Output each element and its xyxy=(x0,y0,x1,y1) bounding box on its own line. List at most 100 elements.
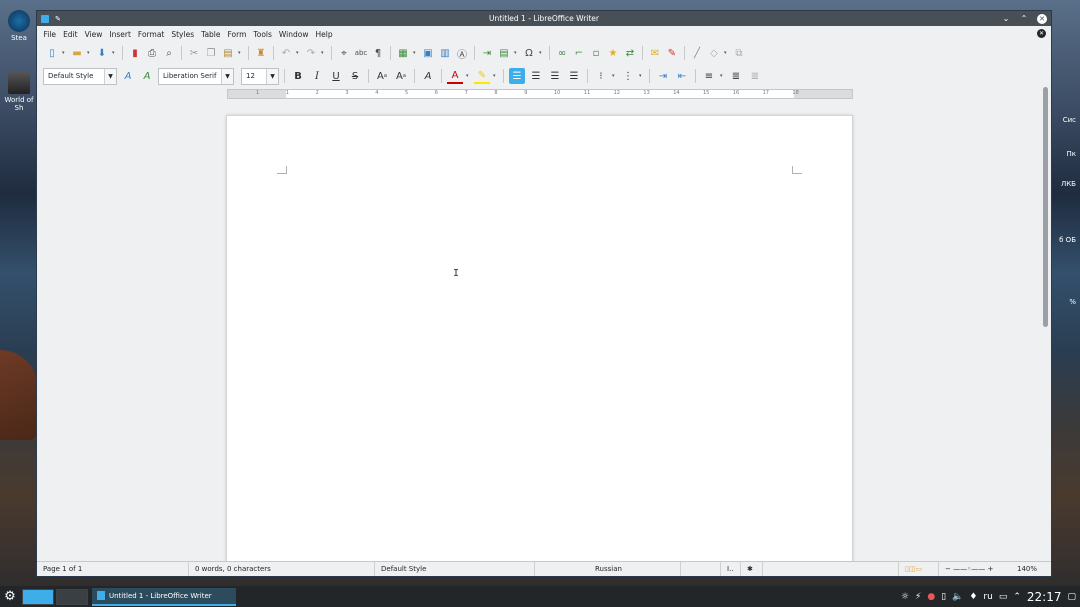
task-writer[interactable]: Untitled 1 - LibreOffice Writer xyxy=(92,587,236,606)
menu-help[interactable]: Help xyxy=(312,30,336,39)
keyboard-layout[interactable]: ru xyxy=(983,592,992,602)
zoom-level[interactable]: 140% xyxy=(1011,562,1041,576)
special-char-dropdown-icon[interactable]: ▾ xyxy=(539,50,544,56)
line-icon[interactable]: ╱ xyxy=(690,46,704,60)
save-dropdown-icon[interactable]: ▾ xyxy=(112,50,117,56)
paste-icon[interactable]: ▤ xyxy=(221,46,235,60)
find-replace-icon[interactable]: ⌖ xyxy=(337,46,351,60)
italic-icon[interactable]: I xyxy=(309,68,325,84)
redo-icon[interactable]: ↷ xyxy=(304,46,318,60)
updates-icon[interactable]: ● xyxy=(927,592,935,602)
print-icon[interactable]: ⎙ xyxy=(145,46,159,60)
horizontal-ruler[interactable]: 1 1 2 3 4 5 6 7 8 9 10 11 12 13 14 15 16 17 18 xyxy=(227,89,853,99)
footnote-icon[interactable]: ⌐ xyxy=(572,46,586,60)
font-color-dropdown-icon[interactable]: ▾ xyxy=(466,73,471,79)
highlight-icon[interactable]: ✎ xyxy=(474,68,490,84)
new-document-icon[interactable]: ▯ xyxy=(45,46,59,60)
desktop-pager-1[interactable] xyxy=(22,588,54,605)
font-color-icon[interactable]: A xyxy=(447,68,463,84)
track-changes-icon[interactable]: ✎ xyxy=(665,46,679,60)
undo-dropdown-icon[interactable]: ▾ xyxy=(296,50,301,56)
writer-app-icon[interactable] xyxy=(41,14,49,23)
tray-expand-icon[interactable]: ⌃ xyxy=(1013,592,1021,602)
strikethrough-icon[interactable]: S xyxy=(347,68,363,84)
microphone-icon[interactable]: ♦ xyxy=(969,592,977,602)
subscript-icon[interactable]: Aa xyxy=(393,68,409,84)
menu-file[interactable]: File xyxy=(40,30,60,39)
menu-form[interactable]: Form xyxy=(224,30,250,39)
clock[interactable]: 22:17 xyxy=(1027,590,1062,604)
formatting-marks-icon[interactable]: ¶ xyxy=(371,46,385,60)
insert-textbox-icon[interactable]: Ⓐ xyxy=(455,46,469,61)
align-center-icon[interactable]: ☰ xyxy=(528,68,544,84)
bold-icon[interactable]: B xyxy=(290,68,306,84)
bookmark-icon[interactable]: ★ xyxy=(606,46,620,60)
numbering-icon[interactable]: ⋮ xyxy=(620,68,636,84)
align-right-icon[interactable]: ☰ xyxy=(547,68,563,84)
document-page[interactable]: I xyxy=(226,115,853,561)
page-count[interactable]: Page 1 of 1 xyxy=(37,562,189,576)
cut-icon[interactable]: ✂ xyxy=(187,46,201,60)
insert-page-break-icon[interactable]: ⇥ xyxy=(480,46,494,60)
menu-format[interactable]: Format xyxy=(134,30,167,39)
decrease-indent-icon[interactable]: ⇤ xyxy=(674,68,690,84)
copy-icon[interactable]: ❐ xyxy=(204,46,218,60)
menu-insert[interactable]: Insert xyxy=(106,30,135,39)
menu-window[interactable]: Window xyxy=(275,30,312,39)
chevron-down-icon[interactable]: ▼ xyxy=(266,68,278,84)
superscript-icon[interactable]: Aa xyxy=(374,68,390,84)
app-launcher-icon[interactable]: ⚙ xyxy=(0,586,20,607)
spelling-icon[interactable]: abc xyxy=(354,46,368,60)
redo-dropdown-icon[interactable]: ▾ xyxy=(321,50,326,56)
desktop-pager-2[interactable] xyxy=(56,588,88,605)
clone-formatting-icon[interactable]: ♜ xyxy=(254,46,268,60)
digital-signature-icon[interactable]: ✱ xyxy=(741,562,763,576)
insert-image-icon[interactable]: ▣ xyxy=(421,46,435,60)
close-button[interactable]: ✕ xyxy=(1037,13,1047,24)
special-character-icon[interactable]: Ω xyxy=(522,46,536,60)
insert-field-icon[interactable]: ▤ xyxy=(497,46,511,60)
paste-dropdown-icon[interactable]: ▾ xyxy=(238,50,243,56)
endnote-icon[interactable]: ▫ xyxy=(589,46,603,60)
vertical-scrollbar[interactable] xyxy=(1040,87,1051,561)
show-desktop-icon[interactable]: ▢ xyxy=(1067,592,1076,602)
network-icon[interactable]: ▭ xyxy=(999,592,1008,602)
page-style[interactable]: Default Style xyxy=(375,562,535,576)
print-preview-icon[interactable]: ⌕ xyxy=(162,46,176,60)
increase-paragraph-spacing-icon[interactable]: ≣ xyxy=(728,68,744,84)
chevron-down-icon[interactable]: ▼ xyxy=(104,68,116,84)
menu-edit[interactable]: Edit xyxy=(60,30,82,39)
insert-table-icon[interactable]: ▦ xyxy=(396,46,410,60)
menu-tools[interactable]: Tools xyxy=(250,30,275,39)
title-bar[interactable]: ✎ Untitled 1 - LibreOffice Writer ⌄ ⌃ ✕ xyxy=(37,11,1051,26)
desktop-icon-game[interactable]: World of Sh xyxy=(4,72,34,112)
word-count[interactable]: 0 words, 0 characters xyxy=(189,562,375,576)
open-dropdown-icon[interactable]: ▾ xyxy=(87,50,92,56)
clear-formatting-icon[interactable]: A xyxy=(420,68,436,84)
table-dropdown-icon[interactable]: ▾ xyxy=(413,50,418,56)
decrease-paragraph-spacing-icon[interactable]: ≣ xyxy=(747,68,763,84)
menu-view[interactable]: View xyxy=(81,30,106,39)
chevron-down-icon[interactable]: ▼ xyxy=(221,68,233,84)
desktop-icon-steam[interactable]: Stea xyxy=(4,10,34,42)
increase-indent-icon[interactable]: ⇥ xyxy=(655,68,671,84)
maximize-button[interactable]: ⌃ xyxy=(1019,14,1029,24)
language[interactable]: Russian xyxy=(535,562,681,576)
selection-mode-icon[interactable]: I.. xyxy=(721,562,741,576)
insert-chart-icon[interactable]: ▥ xyxy=(438,46,452,60)
hyperlink-icon[interactable]: ∞ xyxy=(555,46,569,60)
font-size-combo[interactable]: 12 ▼ xyxy=(241,67,279,85)
zoom-slider[interactable]: − ——◦—— + xyxy=(939,562,1011,576)
highlight-dropdown-icon[interactable]: ▾ xyxy=(493,73,498,79)
kdeconnect-icon[interactable]: ⚡ xyxy=(915,592,921,602)
close-document-icon[interactable]: ✕ xyxy=(1037,29,1046,38)
export-pdf-icon[interactable]: ▮ xyxy=(128,46,142,60)
basic-shapes-icon[interactable]: ◇ xyxy=(707,46,721,60)
view-layout-icon[interactable]: ▯◫▭ xyxy=(899,562,939,576)
pin-icon[interactable]: ✎ xyxy=(55,15,63,23)
new-style-icon[interactable]: A xyxy=(139,68,155,84)
volume-icon[interactable]: 🔈 xyxy=(952,592,963,602)
minimize-button[interactable]: ⌄ xyxy=(1001,14,1011,24)
steam-tray-icon[interactable]: ☼ xyxy=(901,592,909,602)
scrollbar-thumb[interactable] xyxy=(1043,87,1048,327)
